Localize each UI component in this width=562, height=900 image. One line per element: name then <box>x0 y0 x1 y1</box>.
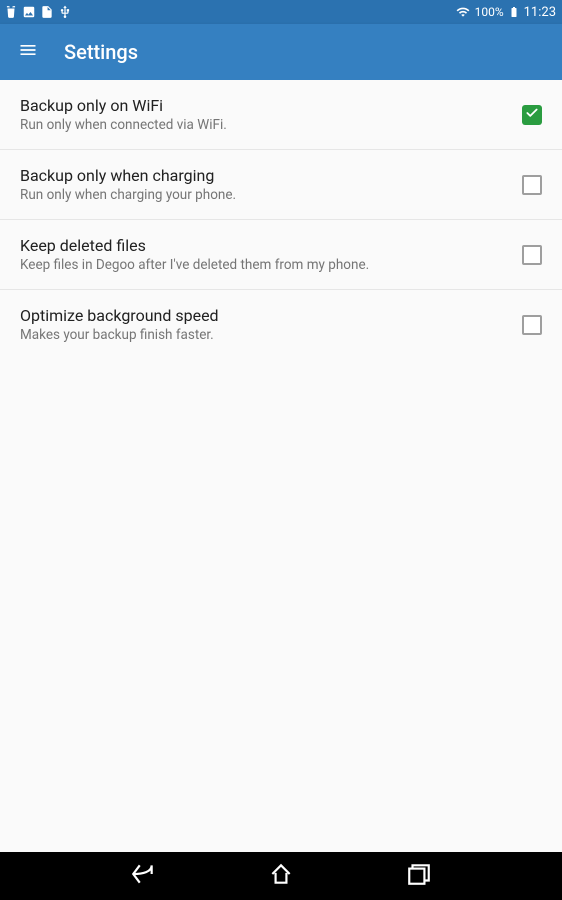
back-button[interactable] <box>129 862 157 890</box>
status-right-icons: 100% 11:23 <box>455 5 556 20</box>
image-icon <box>22 5 36 19</box>
battery-icon <box>508 5 520 19</box>
recent-apps-button[interactable] <box>405 862 433 890</box>
setting-row-backup-charging[interactable]: Backup only when charging Run only when … <box>0 150 562 220</box>
setting-row-backup-wifi[interactable]: Backup only on WiFi Run only when connec… <box>0 80 562 150</box>
home-icon <box>268 861 294 891</box>
status-bar: 100% 11:23 <box>0 0 562 24</box>
setting-title: Optimize background speed <box>20 306 506 325</box>
battery-pct: 100% <box>475 5 504 19</box>
app-bar: Settings <box>0 24 562 80</box>
setting-subtitle: Run only when charging your phone. <box>20 187 506 203</box>
checkbox-backup-wifi[interactable] <box>522 105 542 125</box>
navigation-bar <box>0 852 562 900</box>
page-title: Settings <box>64 40 138 64</box>
setting-row-optimize-speed[interactable]: Optimize background speed Makes your bac… <box>0 290 562 359</box>
setting-title: Backup only when charging <box>20 166 506 185</box>
setting-row-keep-deleted[interactable]: Keep deleted files Keep files in Degoo a… <box>0 220 562 290</box>
wifi-icon <box>455 5 471 19</box>
recent-apps-icon <box>406 861 432 891</box>
setting-title: Backup only on WiFi <box>20 96 506 115</box>
setting-title: Keep deleted files <box>20 236 506 255</box>
usb-icon <box>58 5 72 19</box>
home-button[interactable] <box>267 862 295 890</box>
setting-subtitle: Run only when connected via WiFi. <box>20 117 506 133</box>
document-icon <box>40 5 54 19</box>
check-icon <box>525 105 539 124</box>
menu-button[interactable] <box>16 40 40 64</box>
setting-subtitle: Keep files in Degoo after I've deleted t… <box>20 257 506 273</box>
status-time: 11:23 <box>524 5 556 20</box>
checkbox-backup-charging[interactable] <box>522 175 542 195</box>
notification-icon <box>4 5 18 19</box>
checkbox-keep-deleted[interactable] <box>522 245 542 265</box>
setting-subtitle: Makes your backup finish faster. <box>20 327 506 343</box>
status-left-icons <box>4 5 72 19</box>
settings-list: Backup only on WiFi Run only when connec… <box>0 80 562 852</box>
hamburger-icon <box>18 40 38 64</box>
back-icon <box>130 861 156 891</box>
checkbox-optimize-speed[interactable] <box>522 315 542 335</box>
